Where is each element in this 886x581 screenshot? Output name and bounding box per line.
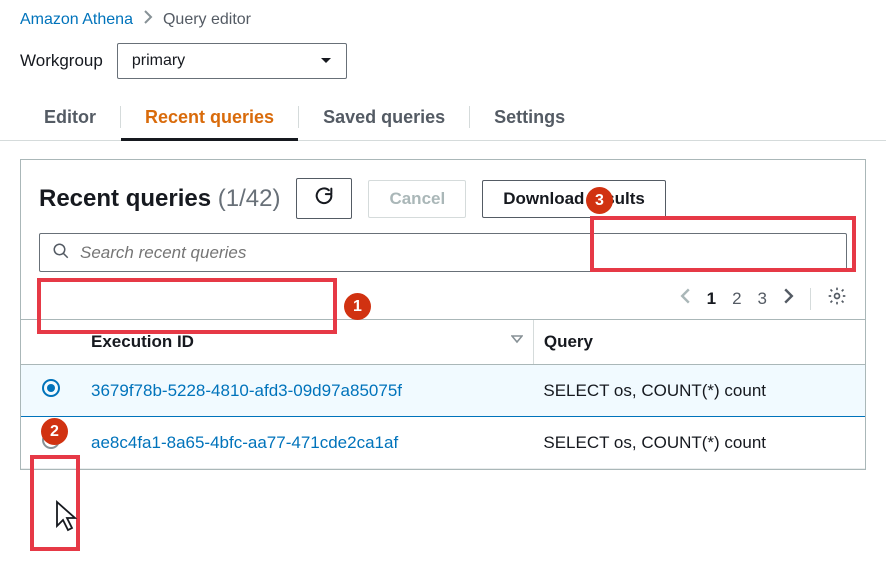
panel-title: Recent queries (1/42) (39, 185, 280, 213)
pagination-page-2[interactable]: 2 (732, 289, 741, 309)
chevron-right-icon (143, 10, 153, 29)
tab-recent-queries[interactable]: Recent queries (121, 93, 298, 140)
breadcrumb-current: Query editor (163, 11, 251, 29)
workgroup-select[interactable]: primary (117, 43, 347, 79)
recent-queries-table: Execution ID Query 3679f78b-5228-4810-af… (21, 319, 865, 469)
breadcrumb-service-link[interactable]: Amazon Athena (20, 11, 133, 29)
pagination-separator (810, 288, 811, 310)
panel-title-text: Recent queries (39, 185, 211, 212)
radio-selected-icon[interactable] (42, 379, 60, 397)
search-wrap (39, 233, 847, 272)
query-text-cell: SELECT os, COUNT(*) count (533, 417, 865, 469)
row-radio-cell[interactable] (21, 417, 81, 469)
table-header-query[interactable]: Query (533, 320, 865, 365)
tab-settings[interactable]: Settings (470, 93, 589, 140)
cursor-icon (55, 500, 81, 537)
pagination-page-3[interactable]: 3 (758, 289, 767, 309)
breadcrumb: Amazon Athena Query editor (0, 0, 886, 37)
panel-header: Recent queries (1/42) Cancel Download re… (21, 160, 865, 229)
table-header-execution-id-label: Execution ID (91, 332, 194, 351)
search-icon (52, 242, 70, 263)
workgroup-selected-value: primary (132, 52, 185, 69)
caret-down-icon (320, 52, 332, 70)
row-radio-cell[interactable] (21, 365, 81, 417)
refresh-button[interactable] (296, 178, 352, 219)
tabs: Editor Recent queries Saved queries Sett… (0, 93, 886, 141)
pagination-next[interactable] (783, 288, 794, 309)
filter-icon[interactable] (511, 332, 523, 352)
search-box[interactable] (39, 233, 847, 272)
pagination-page-1[interactable]: 1 (707, 289, 716, 309)
tab-editor[interactable]: Editor (20, 93, 120, 140)
cancel-button: Cancel (368, 180, 466, 218)
recent-queries-panel: Recent queries (1/42) Cancel Download re… (20, 159, 866, 470)
radio-unselected-icon[interactable] (42, 431, 60, 449)
workgroup-label: Workgroup (20, 51, 103, 71)
table-row[interactable]: ae8c4fa1-8a65-4bfc-aa77-471cde2ca1af SEL… (21, 417, 865, 469)
execution-id-link[interactable]: 3679f78b-5228-4810-afd3-09d97a85075f (81, 365, 533, 417)
panel-title-count: (1/42) (218, 185, 281, 212)
table-row[interactable]: 3679f78b-5228-4810-afd3-09d97a85075f SEL… (21, 365, 865, 417)
table-header-select (21, 320, 81, 365)
settings-gear-button[interactable] (827, 286, 847, 311)
refresh-icon (313, 185, 335, 207)
execution-id-link[interactable]: ae8c4fa1-8a65-4bfc-aa77-471cde2ca1af (81, 417, 533, 469)
workgroup-row: Workgroup primary (0, 37, 886, 93)
pagination-prev (680, 288, 691, 309)
table-header-execution-id[interactable]: Execution ID (81, 320, 533, 365)
tab-saved-queries[interactable]: Saved queries (299, 93, 469, 140)
torn-edge (0, 573, 886, 581)
download-results-button[interactable]: Download results (482, 180, 666, 218)
search-input[interactable] (80, 243, 834, 263)
query-text-cell: SELECT os, COUNT(*) count (533, 365, 865, 417)
pagination: 1 2 3 (21, 272, 865, 319)
